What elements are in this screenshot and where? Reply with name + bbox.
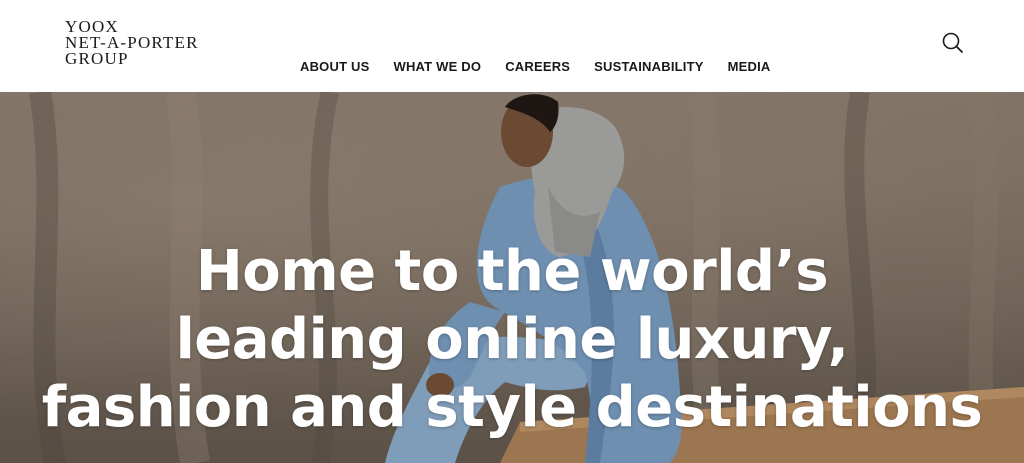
nav-item-sustainability[interactable]: SUSTAINABILITY (594, 59, 703, 74)
site-header: YOOX NET-A-PORTER GROUP ABOUT US WHAT WE… (0, 0, 1024, 92)
search-icon (942, 32, 963, 53)
hero-banner: Home to the world’s leading online luxur… (0, 92, 1024, 463)
hero-headline-line-1: Home to the world’s (195, 238, 829, 304)
hero-headline-line-2: leading online luxury, (175, 306, 849, 372)
nav-item-what-we-do[interactable]: WHAT WE DO (394, 59, 482, 74)
logo-line-group: GROUP (65, 49, 129, 68)
hero-headline-line-3: fashion and style destinations (41, 374, 983, 440)
nav-item-careers[interactable]: CAREERS (505, 59, 570, 74)
yoox-net-a-porter-logo[interactable]: YOOX NET-A-PORTER GROUP (65, 18, 199, 68)
search-button[interactable] (940, 30, 966, 56)
nav-item-about-us[interactable]: ABOUT US (300, 59, 370, 74)
main-navigation: ABOUT US WHAT WE DO CAREERS SUSTAINABILI… (300, 59, 795, 74)
hero-headline: Home to the world’s leading online luxur… (0, 238, 1024, 442)
nav-item-media[interactable]: MEDIA (728, 59, 771, 74)
